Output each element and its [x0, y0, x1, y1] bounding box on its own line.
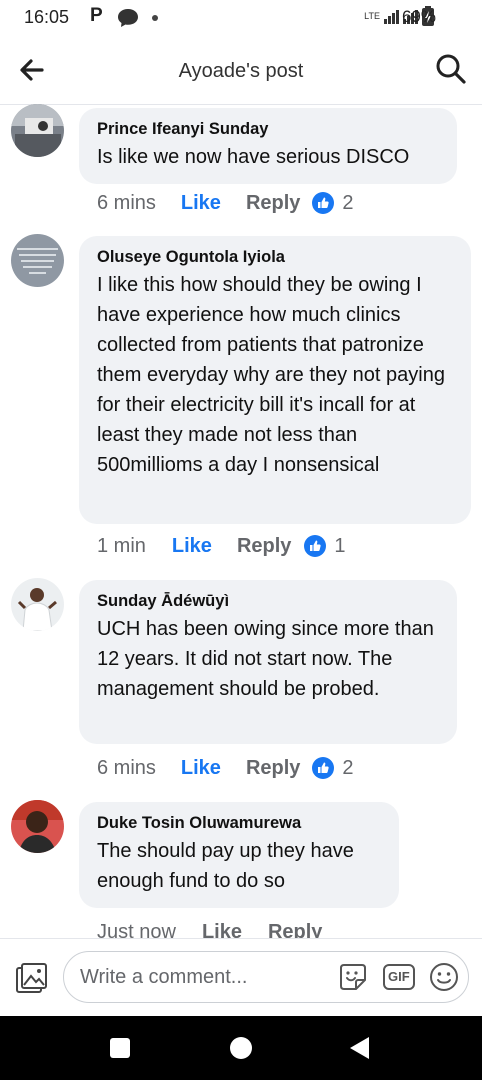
comment-placeholder: Write a comment...: [80, 966, 248, 988]
search-icon: [436, 54, 466, 84]
comment-time[interactable]: 6 mins: [97, 757, 156, 780]
p-notification-icon: P: [90, 5, 103, 26]
comment-text: I like this how should they be owing I h…: [97, 274, 445, 476]
sticker-icon: [340, 964, 366, 990]
comment-bubble: Duke Tosin Oluwamurewa The should pay up…: [79, 802, 399, 908]
comment-bubble: Prince Ifeanyi Sunday Is like we now hav…: [79, 108, 457, 184]
avatar[interactable]: [11, 104, 64, 157]
sticker-button[interactable]: [336, 960, 370, 994]
comment-bubble: Oluseye Oguntola Iyiola I like this how …: [79, 236, 471, 524]
like-button[interactable]: Like: [172, 535, 212, 558]
thumbs-up-icon[interactable]: [312, 192, 335, 214]
thumbs-up-icon[interactable]: [304, 535, 327, 557]
recent-apps-button[interactable]: [110, 1038, 130, 1058]
avatar[interactable]: [11, 800, 64, 853]
avatar[interactable]: [11, 578, 64, 631]
chat-notification-icon: [117, 8, 139, 33]
comment-actions: 1 min Like Reply 1: [97, 531, 346, 561]
comment-time[interactable]: Just now: [97, 921, 176, 939]
emoji-button[interactable]: [428, 961, 460, 993]
search-button[interactable]: [434, 52, 468, 86]
comment-bubble: Sunday Ādéwūyì UCH has been owing since …: [79, 580, 457, 744]
system-nav-bar: [0, 1016, 482, 1080]
comment-text: The should pay up they have enough fund …: [97, 840, 354, 892]
battery-percent: 69%: [401, 7, 436, 26]
comment-input[interactable]: Write a comment... GIF: [63, 951, 469, 1003]
notification-dot-icon: [152, 15, 158, 21]
reply-button[interactable]: Reply: [237, 535, 291, 558]
page-title: Ayoade's post: [178, 60, 304, 82]
like-button[interactable]: Like: [202, 921, 242, 939]
avatar[interactable]: [11, 234, 64, 287]
status-time: 16:05: [24, 7, 70, 27]
comment-composer: Write a comment... GIF: [0, 938, 482, 1017]
system-back-button[interactable]: [350, 1037, 369, 1059]
reply-button[interactable]: Reply: [268, 921, 322, 939]
status-bar: 16:05 P LTE 69%: [0, 0, 482, 36]
comment-actions: Just now Like Reply: [97, 917, 322, 939]
comment-text: UCH has been owing since more than 12 ye…: [97, 618, 434, 700]
photo-icon: [16, 963, 47, 993]
comment-author[interactable]: Sunday Ādéwūyì: [97, 590, 439, 612]
reply-button[interactable]: Reply: [246, 192, 300, 215]
lte-icon: LTE: [364, 10, 380, 21]
comment-actions: 6 mins Like Reply 2: [97, 753, 354, 783]
emoji-icon: [430, 963, 458, 991]
comment-text: Is like we now have serious DISCO: [97, 146, 410, 168]
like-button[interactable]: Like: [181, 757, 221, 780]
comment-author[interactable]: Oluseye Oguntola Iyiola: [97, 246, 453, 268]
comment-actions: 6 mins Like Reply 2: [97, 188, 354, 218]
reaction-count[interactable]: 2: [342, 757, 353, 780]
comment-author[interactable]: Prince Ifeanyi Sunday: [97, 118, 439, 140]
gif-label: GIF: [388, 969, 410, 984]
reaction-count[interactable]: 1: [334, 535, 345, 558]
comment-time[interactable]: 1 min: [97, 535, 146, 558]
comment-time[interactable]: 6 mins: [97, 192, 156, 215]
reaction-count[interactable]: 2: [342, 192, 353, 215]
home-button[interactable]: [230, 1037, 252, 1059]
photo-button[interactable]: [14, 961, 50, 997]
thumbs-up-icon[interactable]: [312, 757, 335, 779]
gif-button[interactable]: GIF: [382, 962, 416, 992]
reply-button[interactable]: Reply: [246, 757, 300, 780]
like-button[interactable]: Like: [181, 192, 221, 215]
comment-author[interactable]: Duke Tosin Oluwamurewa: [97, 812, 381, 834]
comments-list: Prince Ifeanyi Sunday Is like we now hav…: [0, 104, 482, 938]
header: Ayoade's post: [0, 36, 482, 105]
